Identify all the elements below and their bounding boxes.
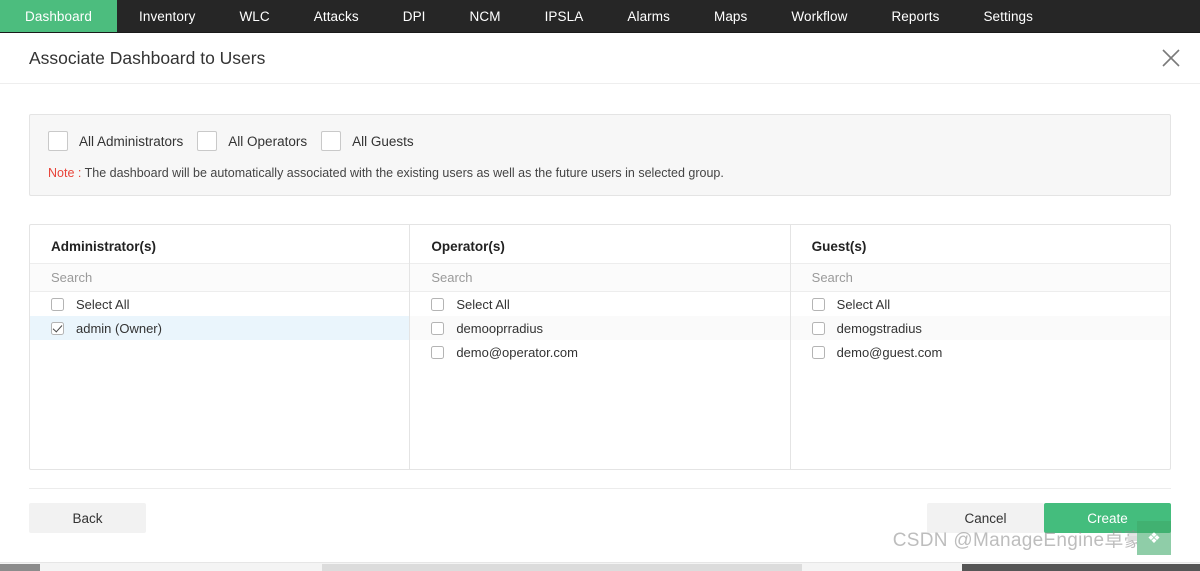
- nav-item-attacks[interactable]: Attacks: [292, 0, 381, 32]
- nav-item-workflow[interactable]: Workflow: [769, 0, 869, 32]
- column-title: Operator(s): [431, 239, 505, 255]
- footer-action-buttons: Cancel Create: [927, 503, 1171, 534]
- search-input[interactable]: [410, 270, 790, 286]
- list-item-label: demooprradius: [456, 320, 544, 336]
- list-item-label: Select All: [836, 296, 891, 312]
- create-button[interactable]: Create: [1044, 503, 1171, 534]
- checkbox-box-icon[interactable]: [431, 321, 445, 335]
- nav-item-dpi[interactable]: DPI: [381, 0, 448, 32]
- list-item-label: demo@guest.com: [836, 344, 943, 360]
- group-checkbox-row: All Administrators All Operators All Guest…: [48, 131, 1152, 151]
- group-selection-box: All Administrators All Operators All Guest…: [29, 114, 1171, 197]
- checkbox-box-icon[interactable]: [431, 345, 445, 359]
- note-text: Note : The dashboard will be automatical…: [48, 165, 1152, 181]
- nav-item-wlc[interactable]: WLC: [217, 0, 291, 32]
- list-item[interactable]: admin (Owner): [30, 316, 410, 341]
- checkbox-box-icon[interactable]: [811, 321, 825, 335]
- nav-item-settings[interactable]: Settings: [961, 0, 1055, 32]
- checkbox-box-icon[interactable]: [197, 131, 218, 151]
- search-input[interactable]: [790, 270, 1170, 286]
- checkbox-box-icon[interactable]: [431, 297, 445, 311]
- user-column-operators: Operator(s) Select All demooprradius demo@o…: [409, 225, 790, 470]
- scrollbar-track-segment[interactable]: [322, 564, 802, 571]
- list-item[interactable]: demogstradius: [790, 316, 1170, 341]
- nav-item-alarms[interactable]: Alarms: [605, 0, 692, 32]
- checkbox-box-icon[interactable]: [48, 131, 68, 151]
- nav-item-ncm[interactable]: NCM: [448, 0, 523, 32]
- list-item[interactable]: Select All: [30, 292, 409, 316]
- column-title: Guest(s): [811, 239, 867, 255]
- list-item[interactable]: Select All: [791, 292, 1170, 316]
- checkbox-box-icon[interactable]: [321, 131, 342, 151]
- nav-item-reports[interactable]: Reports: [869, 0, 961, 32]
- list-item-label: Select All: [456, 296, 510, 312]
- list-item-label: demogstradius: [836, 320, 922, 336]
- dialog-footer: Back Cancel Create CSDN @ManageEngine卓豪 …: [29, 488, 1171, 556]
- group-checkbox-all-operators[interactable]: All Operators: [197, 131, 307, 151]
- back-button[interactable]: Back: [29, 503, 146, 534]
- option-list: Select All admin (Owner): [30, 292, 410, 469]
- search-row: [410, 263, 790, 293]
- group-checkbox-label: All Guests: [352, 133, 414, 149]
- user-lists-panel: Administrator(s) Select All admin (Owner) O…: [29, 224, 1171, 471]
- nav-item-maps[interactable]: Maps: [692, 0, 769, 32]
- user-column-administrators: Administrator(s) Select All admin (Owner): [30, 225, 410, 469]
- group-checkbox-label: All Administrators: [79, 133, 184, 149]
- nav-item-inventory[interactable]: Inventory: [117, 0, 217, 32]
- group-checkbox-all-guests[interactable]: All Guests: [321, 131, 414, 151]
- option-list: Select All demogstradius demo@guest.com: [790, 292, 1170, 469]
- search-input[interactable]: [30, 270, 410, 286]
- list-item[interactable]: Select All: [410, 292, 789, 316]
- nav-item-dashboard[interactable]: Dashboard: [0, 0, 117, 32]
- list-item-label: admin (Owner): [76, 320, 162, 336]
- checkbox-box-icon[interactable]: [811, 297, 825, 311]
- search-row: [790, 263, 1170, 293]
- column-title: Administrator(s): [51, 239, 157, 255]
- list-item-label: demo@operator.com: [456, 344, 578, 360]
- page-title: Associate Dashboard to Users: [29, 47, 266, 68]
- user-column-guests: Guest(s) Select All demogstradius demo@gues…: [789, 225, 1170, 470]
- checkbox-box-icon[interactable]: [811, 345, 825, 359]
- close-icon[interactable]: [1156, 43, 1186, 73]
- main-navigation-bar: Dashboard Inventory WLC Attacks DPI NCM IPSLA A…: [0, 0, 1200, 33]
- horizontal-scrollbar[interactable]: [0, 562, 1200, 571]
- list-item[interactable]: demooprradius: [410, 316, 790, 341]
- option-list: Select All demooprradius demo@operator.com: [410, 292, 790, 469]
- note-label: Note :: [48, 166, 82, 180]
- group-checkbox-all-administrators[interactable]: All Administrators: [48, 131, 183, 151]
- checkbox-box-icon[interactable]: [51, 297, 64, 311]
- list-item[interactable]: demo@operator.com: [410, 340, 789, 364]
- list-item[interactable]: demo@guest.com: [791, 340, 1170, 364]
- group-checkbox-label: All Operators: [228, 133, 308, 149]
- scrollbar-thumb-left[interactable]: [0, 564, 40, 571]
- nav-item-ipsla[interactable]: IPSLA: [523, 0, 606, 32]
- note-body: The dashboard will be automatically asso…: [81, 166, 724, 180]
- scrollbar-thumb-right[interactable]: [962, 564, 1200, 571]
- cancel-button[interactable]: Cancel: [927, 503, 1044, 534]
- dialog-header: Associate Dashboard to Users: [0, 33, 1200, 84]
- checkbox-checked-icon[interactable]: [51, 321, 64, 335]
- list-item-label: Select All: [76, 296, 130, 312]
- search-row: [30, 263, 410, 293]
